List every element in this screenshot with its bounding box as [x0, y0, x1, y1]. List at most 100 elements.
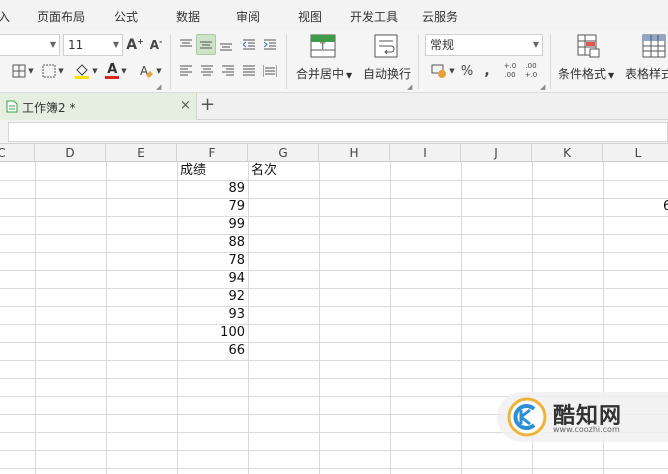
increase-indent-button[interactable]	[261, 35, 279, 55]
score-cell[interactable]: 88	[177, 234, 248, 252]
chevron-down-icon: ▼	[346, 71, 353, 80]
column-header-e[interactable]: E	[106, 144, 177, 162]
cell-style-button[interactable]: ▼	[40, 61, 66, 81]
decrease-indent-button[interactable]	[240, 35, 258, 55]
column-header-j[interactable]: J	[461, 144, 532, 162]
clear-format-button[interactable]: A ▼	[136, 61, 164, 81]
score-cell[interactable]: 99	[177, 216, 248, 234]
wrap-text-button[interactable]: 自动换行	[363, 65, 411, 82]
wrap-text-label: 自动换行	[363, 67, 412, 81]
coozhi-logo-icon	[507, 397, 547, 437]
table-style-icon-button[interactable]	[640, 33, 668, 59]
increase-indent-icon	[264, 39, 276, 50]
cell-l-partial[interactable]: 6	[660, 198, 668, 216]
score-cell[interactable]: 89	[177, 180, 248, 198]
score-cell[interactable]: 92	[177, 288, 248, 306]
close-icon[interactable]: ×	[180, 98, 191, 113]
column-header-h[interactable]: H	[319, 144, 390, 162]
font-color-button[interactable]: A ▼	[102, 61, 130, 81]
cell-f-header[interactable]: 成绩	[177, 162, 248, 180]
menu-view[interactable]: 视图	[298, 8, 322, 25]
menu-insert[interactable]: 入	[0, 8, 10, 25]
score-cell[interactable]: 93	[177, 306, 248, 324]
chevron-down-icon: ▼	[121, 67, 127, 75]
menu-developer[interactable]: 开发工具	[350, 8, 398, 25]
merge-center-button[interactable]: 合并居中 ▼	[296, 65, 352, 82]
score-cell[interactable]: 78	[177, 252, 248, 270]
cell-style-icon	[42, 64, 56, 78]
menu-formulas[interactable]: 公式	[114, 8, 138, 25]
alignment-group-launcher-icon[interactable]: ◢	[407, 83, 412, 91]
align-left-button[interactable]	[177, 61, 195, 81]
grid-line	[0, 180, 668, 181]
grid-line	[0, 306, 668, 307]
column-header-k[interactable]: K	[532, 144, 603, 162]
score-cell[interactable]: 79	[177, 198, 248, 216]
coozhi-watermark: 酷知网 www.coozhi.com	[497, 392, 668, 442]
paint-bucket-icon	[75, 64, 90, 79]
grow-font-button[interactable]: A +	[126, 35, 144, 55]
currency-format-button[interactable]: ▼	[428, 61, 458, 81]
column-header-f[interactable]: F	[177, 144, 248, 162]
font-group-launcher-icon[interactable]: ◢	[156, 83, 161, 91]
number-group-launcher-icon[interactable]: ◢	[540, 83, 545, 91]
justify-button[interactable]	[240, 61, 258, 81]
comma-style-button[interactable]: ,	[480, 61, 494, 81]
column-header-row: C D E F G H I J K L	[0, 144, 668, 162]
column-header-d[interactable]: D	[35, 144, 106, 162]
chevron-down-icon: ▼	[58, 67, 64, 75]
grid-line	[0, 324, 668, 325]
column-header-i[interactable]: I	[390, 144, 461, 162]
menu-data[interactable]: 数据	[176, 8, 200, 25]
align-middle-button[interactable]	[196, 34, 216, 55]
menu-review[interactable]: 审阅	[236, 8, 260, 25]
distributed-button[interactable]	[261, 61, 279, 81]
grid-line	[106, 162, 107, 474]
chevron-down-icon: ▼	[28, 67, 34, 75]
increase-decimal-button[interactable]: +.0 .00	[500, 59, 520, 83]
align-left-icon	[180, 65, 192, 76]
score-cell[interactable]: 100	[177, 324, 248, 342]
currency-icon	[431, 64, 447, 78]
document-tab[interactable]: 工作簿2 * ×	[0, 93, 197, 120]
align-center-icon	[201, 65, 213, 76]
ribbon-divider	[550, 34, 551, 89]
menu-cloud[interactable]: 云服务	[422, 8, 458, 25]
wrap-text-icon-button[interactable]	[372, 33, 400, 59]
grid-line	[0, 288, 668, 289]
increase-decimal-icon: +.0 .00	[503, 62, 517, 79]
grid-line	[461, 162, 462, 474]
fill-color-button[interactable]: ▼	[72, 61, 100, 81]
font-name-dropdown[interactable]: ▼	[0, 34, 60, 56]
align-center-button[interactable]	[198, 61, 216, 81]
score-cell[interactable]: 94	[177, 270, 248, 288]
align-right-button[interactable]	[219, 61, 237, 81]
shrink-font-button[interactable]: A-	[148, 35, 164, 55]
grid-line	[0, 216, 668, 217]
distributed-icon	[263, 65, 277, 77]
conditional-format-button[interactable]: 条件格式 ▼	[558, 65, 614, 82]
menu-page-layout[interactable]: 页面布局	[37, 8, 85, 25]
column-header-g[interactable]: G	[248, 144, 319, 162]
align-middle-icon	[200, 41, 212, 48]
new-tab-button[interactable]: +	[200, 94, 215, 115]
table-style-button[interactable]: 表格样式	[625, 65, 668, 82]
column-header-l[interactable]: L	[603, 144, 668, 162]
align-bottom-button[interactable]	[217, 35, 235, 55]
cell-g-header[interactable]: 名次	[248, 162, 319, 180]
conditional-format-icon-button[interactable]	[574, 33, 602, 59]
chevron-down-icon: ▼	[112, 40, 119, 49]
font-size-dropdown[interactable]: 11 ▼	[63, 34, 123, 56]
align-top-button[interactable]	[177, 35, 195, 55]
column-header-c[interactable]: C	[0, 144, 35, 162]
percent-button[interactable]: %	[459, 61, 475, 81]
font-color-icon: A	[107, 62, 118, 77]
score-cell[interactable]: 66	[177, 342, 248, 360]
ribbon-toolbar: ▼ 11 ▼ A + A- ▼ ▼ ▼ A ▼ A ▼ ◢ T 合并居中 ▼ 自…	[0, 30, 668, 93]
borders-button[interactable]: ▼	[8, 61, 38, 81]
merge-center-icon-button[interactable]: T	[309, 33, 337, 59]
number-format-dropdown[interactable]: 常规 ▼	[425, 34, 543, 56]
grid-line	[0, 360, 668, 361]
decrease-decimal-button[interactable]: .00 +.0	[521, 59, 541, 83]
formula-input[interactable]	[8, 122, 668, 142]
